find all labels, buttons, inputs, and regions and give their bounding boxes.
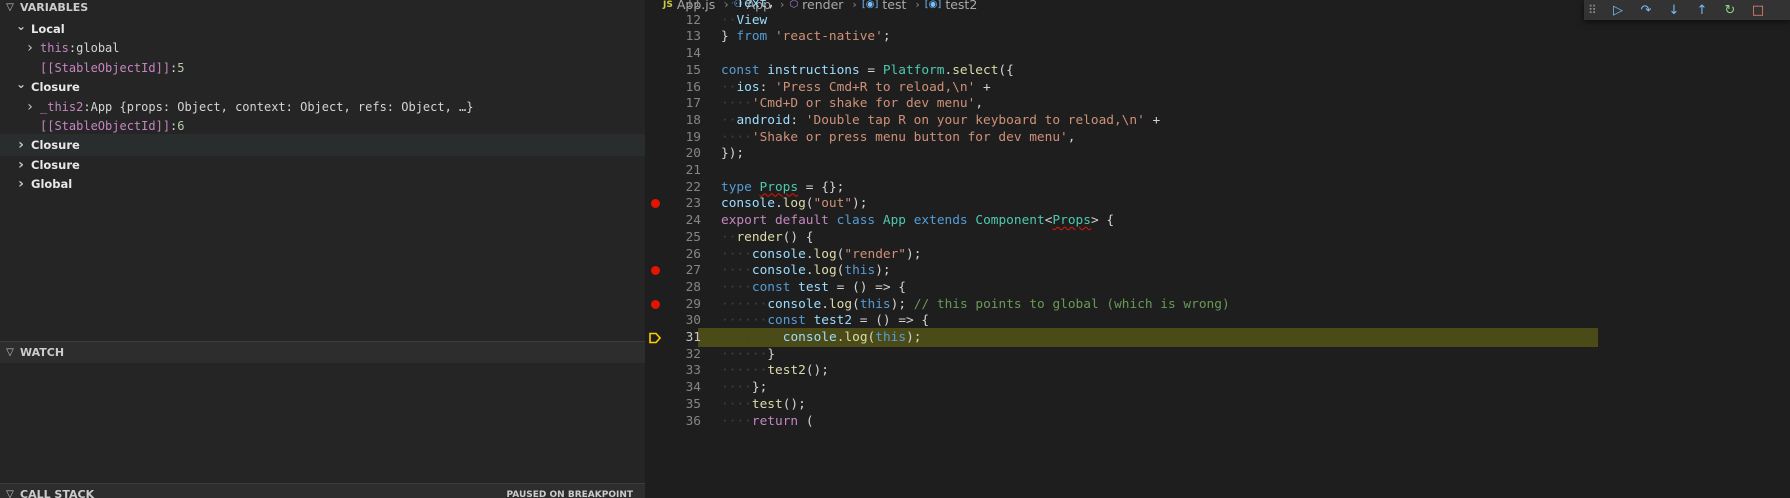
callstack-status-badge: PAUSED ON BREAKPOINT bbox=[506, 489, 633, 498]
code-line[interactable]: 36 ····return ( bbox=[645, 412, 1745, 431]
scope-label: Local bbox=[31, 22, 65, 36]
code-editor[interactable]: JS App.js › ⚇ App › ⬡ render › [◉] test › [◉] test2 1… bbox=[645, 0, 1790, 498]
stop-icon: □ bbox=[1751, 2, 1765, 18]
debug-sidebar: ▽ VARIABLES ▽ WATCH ▽ CALL STACK PAUSED … bbox=[0, 0, 645, 498]
chevron-right-icon[interactable]: › bbox=[14, 176, 28, 192]
breakpoint-icon[interactable] bbox=[651, 299, 660, 309]
watch-header-label: WATCH bbox=[20, 346, 65, 359]
continue-button[interactable]: ▷ bbox=[1604, 0, 1632, 20]
step-over-icon: ↷ bbox=[1640, 2, 1652, 18]
callstack-section-header[interactable]: ▽ CALL STACK PAUSED ON BREAKPOINT bbox=[0, 483, 645, 498]
line-number: 36 bbox=[685, 413, 701, 429]
chevron-down-icon: ▽ bbox=[6, 489, 14, 498]
callstack-header-label: CALL STACK bbox=[20, 488, 95, 498]
continue-icon: ▷ bbox=[1613, 2, 1623, 18]
variables-header-label: VARIABLES bbox=[20, 0, 89, 14]
scope-label: Closure bbox=[31, 157, 80, 172]
chevron-down-icon[interactable]: ⌄ bbox=[14, 77, 28, 91]
breakpoint-icon[interactable] bbox=[651, 199, 660, 209]
variable-name: this bbox=[40, 41, 69, 56]
variable-name: _this2 bbox=[40, 99, 84, 114]
scope-label: Closure bbox=[31, 138, 80, 153]
chevron-right-icon[interactable]: › bbox=[23, 99, 37, 115]
chevron-down-icon: ▽ bbox=[6, 1, 14, 13]
step-over-button[interactable]: ↷ bbox=[1632, 0, 1660, 20]
variable-name: [[StableObjectId]] bbox=[40, 119, 171, 133]
scope-row[interactable]: › Global bbox=[0, 173, 645, 195]
variable-separator: : bbox=[170, 60, 178, 75]
chevron-right-icon[interactable]: › bbox=[14, 137, 28, 153]
stop-button[interactable]: □ bbox=[1744, 0, 1772, 20]
chevron-down-icon: ▽ bbox=[6, 347, 14, 358]
variables-section-header[interactable]: ▽ VARIABLES bbox=[0, 0, 645, 18]
variable-separator: : bbox=[170, 119, 178, 133]
step-out-icon: ↑ bbox=[1696, 2, 1708, 18]
restart-icon: ↻ bbox=[1724, 2, 1736, 18]
step-out-button[interactable]: ↑ bbox=[1688, 0, 1716, 20]
variable-separator: : bbox=[83, 99, 91, 114]
variable-value: global bbox=[76, 41, 120, 56]
variable-separator: : bbox=[68, 41, 77, 56]
variable-value: App {props: Object, context: Object, ref… bbox=[90, 99, 474, 114]
scope-label: Closure bbox=[31, 80, 80, 95]
watch-section-header[interactable]: ▽ WATCH bbox=[0, 341, 645, 363]
step-into-icon: ↓ bbox=[1668, 2, 1680, 18]
variable-name: [[StableObjectId]] bbox=[40, 60, 171, 75]
debug-toolbar: ⠿ ▷ ↷ ↓ ↑ ↻ □ bbox=[1584, 0, 1790, 20]
restart-button[interactable]: ↻ bbox=[1716, 0, 1744, 20]
chevron-down-icon[interactable]: ⌄ bbox=[14, 19, 28, 33]
drag-handle-icon[interactable]: ⠿ bbox=[1588, 3, 1604, 17]
breakpoint-icon[interactable] bbox=[651, 266, 660, 276]
step-into-button[interactable]: ↓ bbox=[1660, 0, 1688, 20]
chevron-right-icon[interactable]: › bbox=[23, 40, 37, 56]
variable-value: 5 bbox=[177, 60, 185, 75]
variable-value: 6 bbox=[177, 119, 185, 133]
chevron-right-icon[interactable]: › bbox=[14, 157, 28, 173]
code-text: ····return ( bbox=[721, 413, 814, 429]
scope-label: Global bbox=[31, 177, 73, 192]
